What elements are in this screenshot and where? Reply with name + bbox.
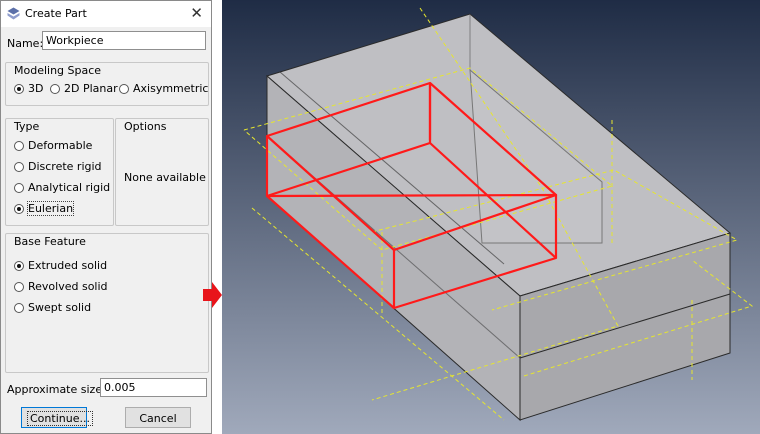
create-part-dialog: Create Part ✕ Name: Modeling Space 3D 2D… bbox=[0, 0, 212, 434]
radio-2d-planar-label: 2D Planar bbox=[64, 82, 118, 95]
radio-discrete-rigid-button[interactable] bbox=[14, 161, 24, 172]
radio-axisymmetric-button[interactable] bbox=[119, 83, 129, 94]
dialog-titlebar: Create Part ✕ bbox=[1, 1, 211, 27]
type-group: Type Deformable Discrete rigid Analytica… bbox=[5, 118, 114, 226]
radio-2d-planar[interactable]: 2D Planar bbox=[50, 82, 118, 95]
radio-3d-label: 3D bbox=[28, 82, 44, 95]
radio-axisymmetric-label: Axisymmetric bbox=[133, 82, 209, 95]
radio-deformable[interactable]: Deformable bbox=[14, 139, 92, 152]
name-input[interactable] bbox=[42, 31, 206, 50]
radio-deformable-button[interactable] bbox=[14, 140, 24, 151]
base-feature-title: Base Feature bbox=[12, 235, 88, 248]
radio-revolved-solid-label: Revolved solid bbox=[28, 280, 108, 293]
radio-swept-solid-label: Swept solid bbox=[28, 301, 92, 314]
viewport-3d[interactable] bbox=[222, 0, 760, 434]
modeling-space-group: Modeling Space 3D 2D Planar Axisymmetric bbox=[5, 62, 209, 106]
radio-extruded-solid-label: Extruded solid bbox=[28, 259, 108, 272]
radio-3d-button[interactable] bbox=[14, 83, 24, 94]
abaqus-app-icon bbox=[7, 7, 20, 20]
right-arrow-icon bbox=[203, 282, 222, 308]
radio-3d[interactable]: 3D bbox=[14, 82, 43, 95]
options-title: Options bbox=[122, 120, 169, 133]
radio-eulerian-label: Eulerian bbox=[26, 201, 75, 216]
radio-2d-planar-button[interactable] bbox=[50, 83, 60, 94]
radio-analytical-rigid[interactable]: Analytical rigid bbox=[14, 181, 110, 194]
radio-extruded-solid[interactable]: Extruded solid bbox=[14, 259, 107, 272]
radio-discrete-rigid-label: Discrete rigid bbox=[28, 160, 102, 173]
type-title: Type bbox=[12, 120, 42, 133]
radio-swept-solid[interactable]: Swept solid bbox=[14, 301, 91, 314]
radio-deformable-label: Deformable bbox=[28, 139, 93, 152]
radio-revolved-solid[interactable]: Revolved solid bbox=[14, 280, 108, 293]
continue-button[interactable]: Continue... bbox=[21, 407, 93, 428]
name-label: Name: bbox=[7, 37, 44, 50]
dialog-title: Create Part bbox=[25, 7, 87, 20]
radio-axisymmetric[interactable]: Axisymmetric bbox=[119, 82, 208, 95]
options-none-available: None available bbox=[124, 171, 206, 184]
modeling-space-title: Modeling Space bbox=[12, 64, 104, 77]
approximate-size-input[interactable] bbox=[100, 378, 207, 397]
radio-discrete-rigid[interactable]: Discrete rigid bbox=[14, 160, 102, 173]
cancel-button[interactable]: Cancel bbox=[125, 407, 191, 428]
radio-analytical-rigid-label: Analytical rigid bbox=[28, 181, 111, 194]
radio-analytical-rigid-button[interactable] bbox=[14, 182, 24, 193]
part-model-view bbox=[222, 0, 760, 434]
continue-button-label: Continue... bbox=[27, 411, 93, 426]
base-feature-group: Base Feature Extruded solid Revolved sol… bbox=[5, 233, 209, 373]
radio-swept-solid-button[interactable] bbox=[14, 302, 24, 313]
radio-extruded-solid-button[interactable] bbox=[14, 260, 24, 271]
approximate-size-label: Approximate size: bbox=[7, 383, 106, 396]
radio-revolved-solid-button[interactable] bbox=[14, 281, 24, 292]
radio-eulerian-button[interactable] bbox=[14, 203, 24, 214]
close-icon[interactable]: ✕ bbox=[190, 4, 203, 22]
radio-eulerian[interactable]: Eulerian bbox=[14, 201, 75, 216]
